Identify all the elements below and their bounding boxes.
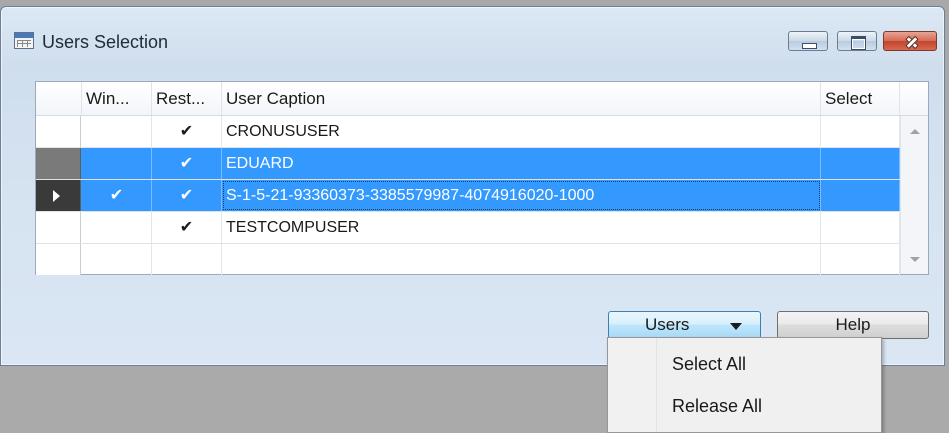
users-menu-button[interactable]: Users: [608, 311, 761, 339]
column-header-select[interactable]: Select: [821, 82, 900, 115]
vertical-scrollbar[interactable]: [900, 116, 928, 274]
table-row[interactable]: ✔ CRONUSUSER: [36, 116, 900, 148]
windows-login-check[interactable]: [82, 212, 152, 243]
users-selection-window: Users Selection Win... Rest... User Capt…: [0, 6, 945, 366]
row-selector[interactable]: [36, 148, 81, 179]
user-caption-cell[interactable]: EDUARD: [222, 148, 821, 179]
windows-login-check[interactable]: [82, 244, 152, 275]
restricted-check[interactable]: ✔: [152, 180, 222, 211]
column-header-restricted[interactable]: Rest...: [152, 82, 222, 115]
minimize-button[interactable]: [788, 31, 828, 51]
column-header-windows[interactable]: Win...: [82, 82, 152, 115]
user-caption-cell[interactable]: S-1-5-21-93360373-3385579987-4074916020-…: [222, 180, 821, 211]
menu-icon-gutter: [608, 338, 657, 432]
close-button[interactable]: [883, 31, 937, 51]
select-cell[interactable]: [821, 244, 900, 275]
users-dropdown-menu: Select All Release All: [607, 337, 882, 433]
help-button[interactable]: Help: [777, 311, 929, 339]
windows-login-check[interactable]: [82, 148, 152, 179]
row-selector[interactable]: [36, 180, 81, 211]
maximize-button[interactable]: [837, 31, 877, 51]
select-cell[interactable]: [821, 148, 900, 179]
select-cell[interactable]: [821, 212, 900, 243]
select-cell[interactable]: [821, 180, 900, 211]
select-cell[interactable]: [821, 116, 900, 147]
table-row[interactable]: [36, 244, 900, 276]
row-selector[interactable]: [36, 244, 81, 275]
table-row[interactable]: ✔ TESTCOMPUSER: [36, 212, 900, 244]
grid-header: Win... Rest... User Caption Select: [36, 82, 928, 116]
table-row[interactable]: ✔ EDUARD: [36, 148, 900, 180]
user-caption-cell[interactable]: [222, 244, 821, 275]
restricted-check[interactable]: ✔: [152, 212, 222, 243]
row-selector[interactable]: [36, 212, 81, 243]
row-selector[interactable]: [36, 116, 81, 147]
users-grid[interactable]: Win... Rest... User Caption Select ✔ CRO…: [35, 81, 929, 275]
menu-item-release-all[interactable]: Release All: [672, 396, 762, 417]
scroll-down-icon[interactable]: [910, 257, 920, 262]
column-header-user-caption[interactable]: User Caption: [222, 82, 821, 115]
users-button-label: Users: [645, 315, 690, 334]
restricted-check[interactable]: ✔: [152, 148, 222, 179]
chevron-down-icon: [730, 323, 742, 330]
windows-login-check[interactable]: [82, 116, 152, 147]
windows-login-check[interactable]: ✔: [82, 180, 152, 211]
title-bar[interactable]: Users Selection: [1, 7, 944, 63]
window-title: Users Selection: [42, 32, 169, 52]
current-row-arrow-icon: [53, 190, 60, 202]
table-form-icon: [14, 32, 34, 49]
table-row[interactable]: ✔ ✔ S-1-5-21-93360373-3385579987-4074916…: [36, 180, 900, 212]
row-selector-header: [36, 82, 82, 115]
restricted-check[interactable]: ✔: [152, 116, 222, 147]
scroll-up-icon[interactable]: [910, 129, 920, 134]
user-caption-cell[interactable]: CRONUSUSER: [222, 116, 821, 147]
menu-item-select-all[interactable]: Select All: [672, 354, 746, 375]
restricted-check[interactable]: [152, 244, 222, 275]
user-caption-cell[interactable]: TESTCOMPUSER: [222, 212, 821, 243]
